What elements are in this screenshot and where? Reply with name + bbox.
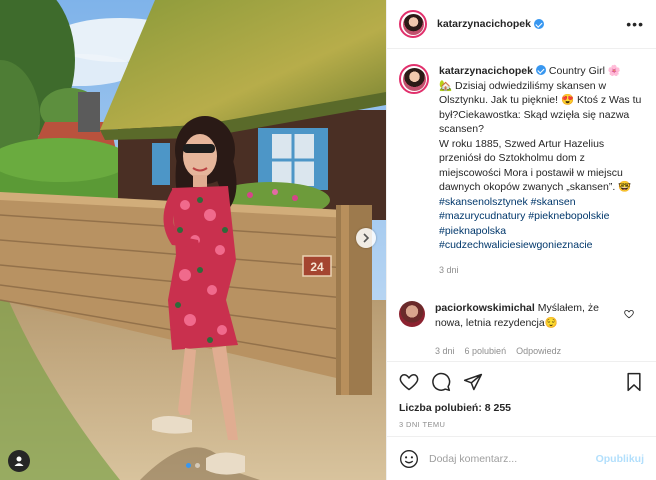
post-side-panel: katarzynacichopek ••• katarzynacichopek … [386,0,656,480]
comment-meta: 3 dni 6 polubień Odpowiedz [435,344,615,359]
carousel-next-button[interactable] [356,228,376,248]
hashtag-link[interactable]: #pieknapolska [439,225,506,237]
hashtag-link[interactable]: #cudzechwaliciesiewgonieznacie [439,239,593,251]
smiley-icon[interactable] [399,449,419,469]
caption-text-1: 🏡 Dzisiaj odwiedziliśmy skansen w Olszty… [439,79,642,136]
carousel-dot [195,463,200,468]
author-avatar[interactable] [399,10,427,38]
caption: katarzynacichopek Country Girl 🌸 🏡 Dzisi… [439,64,644,277]
more-options-icon[interactable]: ••• [626,16,644,32]
caption-author-avatar[interactable] [399,64,429,94]
chevron-right-icon [363,233,370,243]
caption-title: Country Girl [548,65,605,77]
comments-scroll-area[interactable]: katarzynacichopek Country Girl 🌸 🏡 Dzisi… [387,50,656,360]
commenter-username[interactable]: paciorkowskimichal [435,302,535,314]
comment-input[interactable] [429,452,586,465]
action-icons-bar [399,368,644,396]
hashtag-link[interactable]: #skansen [531,196,576,208]
comment-like-heart-icon[interactable] [624,309,634,319]
post-actions: Liczba polubień: 8 255 3 DNI TEMU [387,361,656,429]
carousel-dot-active [186,463,191,468]
caption-row: katarzynacichopek Country Girl 🌸 🏡 Dzisi… [399,64,644,277]
caption-text-2: W roku 1885, Szwed Artur Hazelius przeni… [439,137,632,194]
like-heart-icon[interactable] [399,372,419,392]
comment-body: paciorkowskimichal Myślałem, że nowa, le… [435,301,615,359]
comment-likes[interactable]: 6 polubień [465,344,507,359]
caption-username[interactable]: katarzynacichopek [439,65,533,77]
post-photo[interactable]: 24 [0,0,386,480]
user-tags-button[interactable] [8,450,30,472]
hashtag-link[interactable]: #mazurycudnatury [439,210,525,222]
comment-reply-button[interactable]: Odpowiedz [516,344,561,359]
person-icon [14,456,24,466]
author-username[interactable]: katarzynacichopek [437,18,531,30]
share-paper-plane-icon[interactable] [463,372,483,392]
commenter-avatar[interactable] [399,301,425,327]
hashtag-link[interactable]: #pieknebopolskie [528,210,609,222]
comment-bubble-icon[interactable] [431,372,451,392]
likes-count[interactable]: Liczba polubień: 8 255 [399,402,644,414]
carousel-dots [186,463,200,468]
caption-age[interactable]: 3 dni [439,263,644,278]
comment-age[interactable]: 3 dni [435,344,455,359]
house-number: 24 [310,260,324,274]
post-date[interactable]: 3 DNI TEMU [399,420,644,429]
publish-button[interactable]: Opublikuj [596,453,644,465]
verified-badge-icon [533,19,544,29]
hashtag-link[interactable]: #skansenolsztynek [439,196,528,208]
comment-item: paciorkowskimichal Myślałem, że nowa, le… [399,301,644,359]
save-bookmark-icon[interactable] [624,372,644,392]
post-header: katarzynacichopek ••• [387,0,656,49]
add-comment-bar: Opublikuj [387,436,656,480]
cherry-blossom-emoji-icon: 🌸 [607,65,621,77]
photo-scene: 24 [0,0,386,480]
verified-badge-icon [535,65,546,75]
